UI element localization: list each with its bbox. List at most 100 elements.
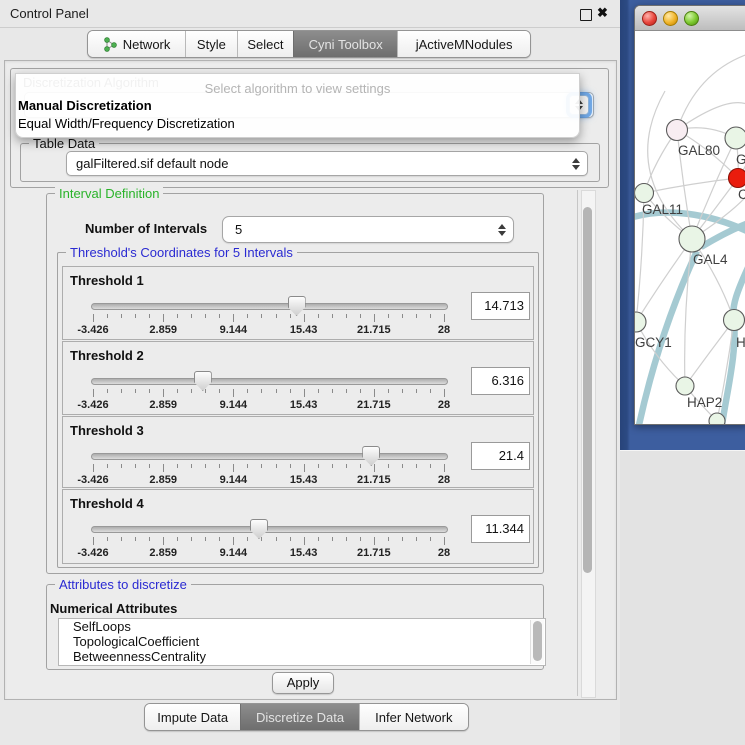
- threshold-3-slider-thumb[interactable]: [362, 446, 380, 466]
- network-node[interactable]: [667, 120, 688, 141]
- network-edge[interactable]: [677, 53, 745, 130]
- network-node[interactable]: [676, 377, 694, 395]
- network-node-label: GCY1: [635, 335, 672, 350]
- tab-style[interactable]: Style: [185, 31, 237, 57]
- tab-select[interactable]: Select: [237, 31, 294, 57]
- threshold-2-value-field[interactable]: 6.316: [471, 367, 530, 395]
- slider-tick: [135, 314, 136, 318]
- network-node[interactable]: [709, 413, 725, 424]
- network-node[interactable]: [729, 169, 745, 188]
- slider-tick: [247, 537, 248, 541]
- screen: Control Panel ✖ Network Style: [0, 0, 745, 745]
- close-traffic-light[interactable]: [642, 11, 657, 26]
- attributes-list-scrollbar[interactable]: [530, 620, 544, 664]
- slider-tick-label: 21.715: [357, 399, 391, 411]
- network-edge[interactable]: [722, 320, 735, 424]
- attribute-list-item[interactable]: SelfLoops: [59, 619, 545, 634]
- slider-tick: [290, 537, 291, 541]
- slider-tick: [205, 389, 206, 393]
- threshold-1-slider-track[interactable]: [91, 303, 448, 310]
- tab-network[interactable]: Network: [88, 31, 185, 57]
- close-icon[interactable]: ✖: [597, 5, 608, 21]
- slider-tick: [276, 464, 277, 468]
- slider-tick: [290, 314, 291, 318]
- slider-tick: [304, 537, 305, 545]
- slider-tick: [121, 537, 122, 541]
- network-node[interactable]: [725, 127, 745, 149]
- slider-tick: [304, 464, 305, 472]
- network-node[interactable]: [635, 184, 654, 203]
- zoom-traffic-light[interactable]: [684, 11, 699, 26]
- number-of-intervals-combobox[interactable]: 5: [222, 216, 514, 243]
- tab-cyni-toolbox-label: Cyni Toolbox: [309, 37, 383, 52]
- minimize-traffic-light[interactable]: [663, 11, 678, 26]
- float-window-icon[interactable]: [580, 9, 592, 21]
- slider-tick: [163, 389, 164, 397]
- slider-tick: [205, 464, 206, 468]
- slider-tick: [374, 389, 375, 397]
- algorithm-option-equal-width[interactable]: Equal Width/Frequency Discretization: [18, 116, 235, 131]
- threshold-1-slider-ticks: [93, 314, 444, 322]
- network-window-titlebar[interactable]: [635, 6, 745, 31]
- threshold-3-label: Threshold 3: [70, 423, 144, 438]
- threshold-4-label: Threshold 4: [70, 496, 144, 511]
- slider-tick: [290, 464, 291, 468]
- slider-tick: [233, 464, 234, 472]
- panel-vertical-scrollbar-thumb[interactable]: [583, 207, 592, 573]
- threshold-3-value-field[interactable]: 21.4: [471, 442, 530, 470]
- threshold-1-value-field[interactable]: 14.713: [471, 292, 530, 320]
- threshold-4-slider-ticks: [93, 537, 444, 545]
- network-edge[interactable]: [644, 178, 738, 193]
- slider-tick-label: 2.859: [149, 399, 177, 411]
- threshold-2-slider-track[interactable]: [91, 378, 448, 385]
- slider-tick: [219, 314, 220, 318]
- tab-jactivemnodules[interactable]: jActiveMNodules: [397, 31, 530, 57]
- tab-infer-network[interactable]: Infer Network: [359, 704, 468, 730]
- network-node[interactable]: [635, 312, 646, 332]
- threshold-4-slider-track[interactable]: [91, 526, 448, 533]
- slider-tick: [163, 314, 164, 322]
- threshold-4-value-field[interactable]: 11.344: [471, 515, 530, 543]
- attribute-list-item[interactable]: BetweennessCentrality: [59, 649, 545, 664]
- tab-cyni-toolbox[interactable]: Cyni Toolbox: [293, 31, 397, 57]
- threshold-4-slider-thumb[interactable]: [250, 519, 268, 539]
- threshold-3-slider-track[interactable]: [91, 453, 448, 460]
- network-node-label: GAL4: [693, 252, 728, 267]
- network-edge[interactable]: [701, 222, 745, 247]
- network-edge[interactable]: [685, 320, 734, 386]
- tab-impute-data[interactable]: Impute Data: [145, 704, 240, 730]
- network-canvas[interactable]: GAL80GACGAL11GAL4GCY1HHAP2: [635, 31, 745, 424]
- slider-tick: [346, 314, 347, 318]
- apply-button[interactable]: Apply: [272, 672, 334, 694]
- tab-discretize-data[interactable]: Discretize Data: [240, 704, 358, 730]
- slider-tick: [360, 464, 361, 468]
- table-panel-area: Table Panel ⚙ ☑☑ shared... na YDL19...YD…: [620, 450, 745, 745]
- slider-tick: [318, 389, 319, 393]
- network-node-label: GAL11: [642, 202, 683, 217]
- slider-tick: [247, 314, 248, 318]
- slider-tick: [276, 389, 277, 393]
- algorithm-option-manual[interactable]: Manual Discretization: [18, 98, 152, 113]
- attributes-list-scrollbar-thumb[interactable]: [533, 621, 542, 661]
- table-data-combobox[interactable]: galFiltered.sif default node: [66, 151, 588, 176]
- slider-tick: [149, 389, 150, 393]
- slider-tick: [346, 464, 347, 468]
- attribute-list-item[interactable]: TopologicalCoefficient: [59, 634, 545, 649]
- slider-tick: [332, 389, 333, 393]
- table-data-combobox-stepper-icon[interactable]: [569, 158, 583, 170]
- threshold-2-slider-thumb[interactable]: [194, 371, 212, 391]
- slider-tick-label: 9.144: [220, 399, 248, 411]
- slider-tick-label: 21.715: [357, 324, 391, 336]
- slider-tick: [107, 537, 108, 541]
- slider-tick: [149, 464, 150, 468]
- slider-tick: [416, 537, 417, 541]
- network-tree-icon: [103, 37, 118, 52]
- network-node-label: GAL80: [678, 143, 720, 158]
- network-node[interactable]: [724, 310, 745, 331]
- network-node[interactable]: [679, 226, 705, 252]
- number-of-intervals-stepper-icon[interactable]: [495, 224, 509, 236]
- slider-tick: [402, 464, 403, 468]
- slider-tick-label: 2.859: [149, 324, 177, 336]
- threshold-1-slider-thumb[interactable]: [288, 296, 306, 316]
- slider-tick: [191, 464, 192, 468]
